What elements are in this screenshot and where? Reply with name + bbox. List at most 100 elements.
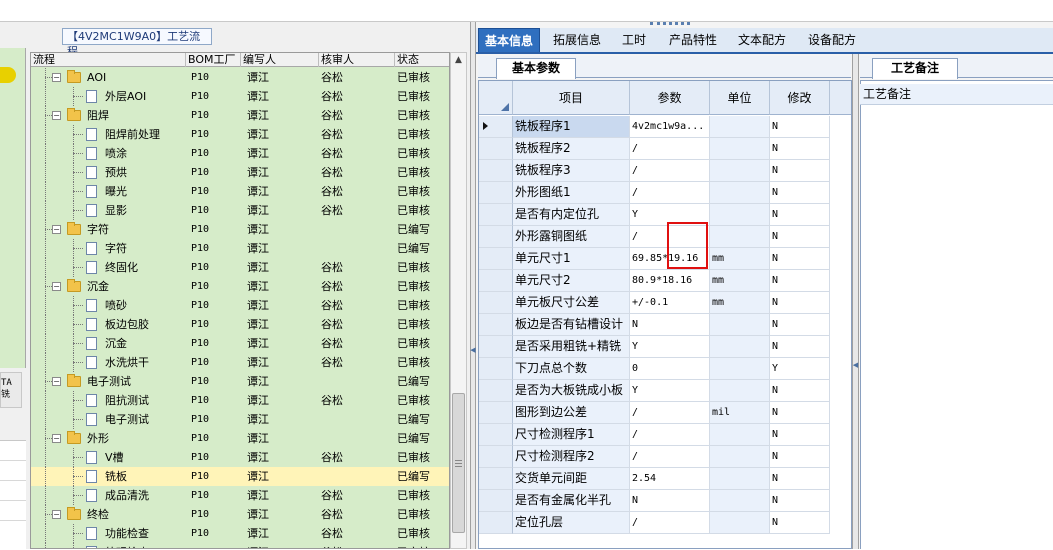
tree-row[interactable]: − 外形 P10 谭江 已编写	[31, 429, 449, 448]
grid-cell-modify[interactable]: N	[770, 490, 830, 512]
grid-cell-param[interactable]: /	[630, 160, 710, 182]
grid-cell-modify[interactable]: N	[770, 116, 830, 138]
grid-cell-item[interactable]: 是否有内定位孔	[513, 204, 630, 226]
tree-row[interactable]: 沉金 P10 谭江 谷松 已审核	[31, 334, 449, 353]
grid-cell-item[interactable]: 图形到边公差	[513, 402, 630, 424]
tree-row[interactable]: 阻抗测试 P10 谭江 谷松 已审核	[31, 391, 449, 410]
tree-row[interactable]: 外层AOI P10 谭江 谷松 已审核	[31, 87, 449, 106]
tree-row[interactable]: 喷砂 P10 谭江 谷松 已审核	[31, 296, 449, 315]
tree-row[interactable]: 功能检查 P10 谭江 谷松 已审核	[31, 524, 449, 543]
tree-col-process[interactable]: 流程	[31, 53, 186, 67]
process-tree[interactable]: 流程 BOM工厂 编写人 核审人 状态 − AOI P10 谭江 谷松 已审核 外层AOI P…	[30, 52, 450, 549]
collapse-expander-icon[interactable]: −	[52, 111, 61, 120]
grid-cell-item[interactable]: 单元尺寸1	[513, 248, 630, 270]
grid-cell-modify[interactable]: N	[770, 160, 830, 182]
collapse-notes-icon[interactable]: ◀	[852, 360, 859, 370]
grid-cell-unit[interactable]	[710, 204, 770, 226]
tab-process-notes[interactable]: 工艺备注	[872, 58, 958, 79]
params-grid[interactable]: 项目 参数 单位 修改 铣板程序1 4v2mc1w9a... N 铣板程序2/N 铣板程…	[478, 80, 852, 549]
grid-cell-unit[interactable]	[710, 468, 770, 490]
grid-col-unit[interactable]: 单位	[710, 81, 770, 115]
row-indicator[interactable]	[479, 490, 513, 512]
row-indicator[interactable]	[479, 402, 513, 424]
tree-col-status[interactable]: 状态	[395, 53, 449, 67]
grid-cell-unit[interactable]	[710, 314, 770, 336]
grid-cell-param[interactable]: 0	[630, 358, 710, 380]
tree-row[interactable]: 铣板 P10 谭江 已编写	[31, 467, 449, 486]
row-indicator[interactable]	[479, 380, 513, 402]
grid-cell-item[interactable]: 单元尺寸2	[513, 270, 630, 292]
grid-cell-item[interactable]: 外形图纸1	[513, 182, 630, 204]
row-indicator[interactable]	[479, 424, 513, 446]
row-indicator[interactable]	[479, 204, 513, 226]
row-indicator[interactable]	[479, 138, 513, 160]
grid-row[interactable]: 是否有金属化半孔 N N	[479, 490, 851, 512]
row-indicator[interactable]	[479, 446, 513, 468]
grid-cell-param[interactable]: /	[630, 512, 710, 534]
grid-row[interactable]: 单元尺寸1 69.85*19.16 mm N	[479, 248, 851, 270]
grid-cell-item[interactable]: 外形露铜图纸	[513, 226, 630, 248]
grid-cell-unit[interactable]	[710, 424, 770, 446]
grid-col-param[interactable]: 参数	[630, 81, 710, 115]
grid-row[interactable]: 是否有内定位孔 Y N	[479, 204, 851, 226]
grid-cell-item[interactable]: 尺寸检测程序2	[513, 446, 630, 468]
tree-row[interactable]: − 沉金 P10 谭江 谷松 已审核	[31, 277, 449, 296]
grid-cell-item[interactable]: 下刀点总个数	[513, 358, 630, 380]
grid-cell-unit[interactable]	[710, 138, 770, 160]
tree-row[interactable]: 喷涂 P10 谭江 谷松 已审核	[31, 144, 449, 163]
grid-cell-modify[interactable]: N	[770, 204, 830, 226]
grid-row[interactable]: 单元板尺寸公差 +/-0.1 mm N	[479, 292, 851, 314]
grid-cell-modify[interactable]: N	[770, 402, 830, 424]
grid-cell-param[interactable]: /	[630, 182, 710, 204]
grid-cell-modify[interactable]: N	[770, 424, 830, 446]
tree-row[interactable]: − 终检 P10 谭江 谷松 已审核	[31, 505, 449, 524]
grid-cell-unit[interactable]: mil	[710, 402, 770, 424]
grid-row[interactable]: 板边是否有钻槽设计 N N	[479, 314, 851, 336]
grid-cell-param[interactable]: N	[630, 314, 710, 336]
grid-cell-item[interactable]: 铣板程序2	[513, 138, 630, 160]
grid-col-item[interactable]: 项目	[513, 81, 630, 115]
grid-cell-modify[interactable]: N	[770, 138, 830, 160]
tree-row[interactable]: 成品清洗 P10 谭江 谷松 已审核	[31, 486, 449, 505]
grid-cell-param[interactable]: 80.9*18.16	[630, 270, 710, 292]
row-indicator[interactable]	[479, 292, 513, 314]
grid-row[interactable]: 交货单元间距 2.54 N	[479, 468, 851, 490]
grid-cell-unit[interactable]	[710, 160, 770, 182]
grid-row[interactable]: 图形到边公差 / mil N	[479, 402, 851, 424]
collapse-expander-icon[interactable]: −	[52, 225, 61, 234]
grid-col-modify[interactable]: 修改	[770, 81, 830, 115]
row-indicator[interactable]	[479, 248, 513, 270]
grid-cell-unit[interactable]	[710, 380, 770, 402]
row-indicator[interactable]	[479, 160, 513, 182]
row-indicator[interactable]	[479, 182, 513, 204]
grid-cell-modify[interactable]: Y	[770, 358, 830, 380]
grid-cell-param[interactable]: /	[630, 446, 710, 468]
grid-row[interactable]: 外形图纸1/ N	[479, 182, 851, 204]
row-indicator[interactable]	[479, 336, 513, 358]
grid-cell-unit[interactable]	[710, 512, 770, 534]
collapse-expander-icon[interactable]: −	[52, 73, 61, 82]
grid-cell-param[interactable]: /	[630, 424, 710, 446]
grid-cell-modify[interactable]: N	[770, 336, 830, 358]
grid-cell-modify[interactable]: N	[770, 182, 830, 204]
grid-cell-unit[interactable]	[710, 446, 770, 468]
grid-row[interactable]: 铣板程序2/ N	[479, 138, 851, 160]
grid-cell-modify[interactable]: N	[770, 512, 830, 534]
grid-cell-unit[interactable]: mm	[710, 292, 770, 314]
row-indicator[interactable]	[479, 270, 513, 292]
grid-row[interactable]: 尺寸检测程序2/ N	[479, 446, 851, 468]
grid-cell-modify[interactable]: N	[770, 446, 830, 468]
tree-row[interactable]: 电子测试 P10 谭江 已编写	[31, 410, 449, 429]
grid-row[interactable]: 尺寸检测程序1/ N	[479, 424, 851, 446]
grid-row[interactable]: 外形露铜图纸 / N	[479, 226, 851, 248]
collapse-expander-icon[interactable]: −	[52, 282, 61, 291]
tree-row[interactable]: − 电子测试 P10 谭江 已编写	[31, 372, 449, 391]
grid-cell-param[interactable]: Y	[630, 380, 710, 402]
tab-basic-info[interactable]: 基本信息	[478, 28, 540, 52]
grid-cell-unit[interactable]: mm	[710, 270, 770, 292]
grid-cell-item[interactable]: 交货单元间距	[513, 468, 630, 490]
grid-cell-item[interactable]: 铣板程序3	[513, 160, 630, 182]
tree-col-author[interactable]: 编写人	[241, 53, 319, 67]
grid-cell-modify[interactable]: N	[770, 248, 830, 270]
tree-row[interactable]: − AOI P10 谭江 谷松 已审核	[31, 68, 449, 87]
